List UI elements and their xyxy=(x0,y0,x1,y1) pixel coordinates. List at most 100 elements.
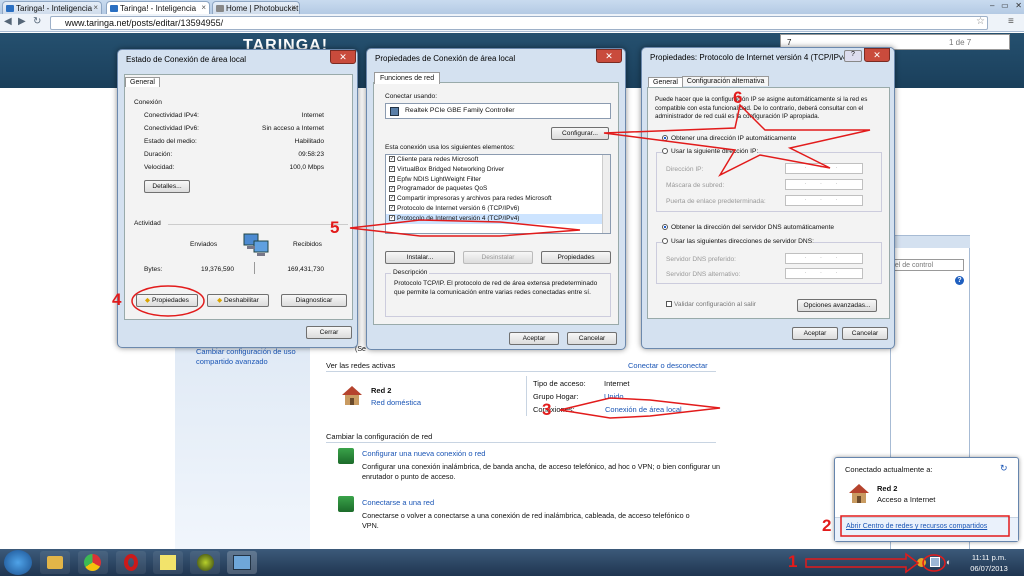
adapter-box: Realtek PCIe GBE Family Controller xyxy=(385,103,611,119)
refresh-icon[interactable]: ↻ xyxy=(1000,463,1008,474)
auto-ip-label: Obtener una dirección IP automáticamente xyxy=(671,135,797,142)
annotation-number-6: 6 xyxy=(733,88,743,107)
close-icon[interactable]: ✕ xyxy=(864,48,890,62)
checkbox-checked[interactable]: ✓ xyxy=(389,156,395,163)
start-button[interactable] xyxy=(4,550,32,575)
list-item[interactable]: ✓ VirtualBox Bridged Networking Driver xyxy=(386,165,610,175)
validate-option[interactable]: Validar configuración al salir xyxy=(666,301,756,308)
browser-tab-1[interactable]: Taringa! - Inteligencia × xyxy=(2,1,102,14)
help-icon[interactable]: ? xyxy=(955,276,964,285)
manual-ip-option[interactable]: Usar la siguiente dirección IP: xyxy=(662,148,759,155)
status-window: Estado de Conexión de área local ✕ Gener… xyxy=(117,49,358,348)
divider xyxy=(526,376,527,416)
list-item[interactable]: ✓ Cliente para redes Microsoft xyxy=(386,155,610,165)
menu-wrench-icon[interactable]: ≡ xyxy=(1008,16,1014,27)
tab-alternate-config[interactable]: Configuración alternativa xyxy=(681,76,770,86)
task-link-connect[interactable]: Conectarse a una red xyxy=(362,498,434,507)
radio-selected[interactable] xyxy=(662,135,668,142)
taskbar-chrome[interactable] xyxy=(78,551,108,574)
close-icon[interactable]: ✕ xyxy=(330,50,356,64)
checkbox-checked[interactable]: ✓ xyxy=(389,215,395,222)
forward-icon[interactable]: ▶ xyxy=(18,16,26,27)
taskbar-opera[interactable] xyxy=(116,551,146,574)
close-tab-icon[interactable]: × xyxy=(201,3,206,12)
list-item[interactable]: ✓ Programador de paquetes QoS xyxy=(386,184,610,194)
tab-general[interactable]: General xyxy=(648,77,683,87)
checkbox-checked[interactable]: ✓ xyxy=(389,205,395,212)
warning-icon[interactable] xyxy=(917,558,926,567)
item-label: VirtualBox Bridged Networking Driver xyxy=(397,165,505,173)
annotation-number-5: 5 xyxy=(330,218,340,237)
network-tray-icon[interactable] xyxy=(930,557,940,567)
change-config-heading: Cambiar la configuración de red xyxy=(326,432,433,441)
list-item[interactable]: ✓ Epfw NDIS LightWeight Filter xyxy=(386,175,610,185)
checkbox-checked[interactable]: ✓ xyxy=(389,195,395,202)
task-desc: Conectarse o volver a conectarse a una c… xyxy=(362,511,690,530)
list-scrollbar[interactable] xyxy=(602,155,610,233)
install-button[interactable]: Instalar... xyxy=(385,251,455,264)
open-network-center-link[interactable]: Abrir Centro de redes y recursos compart… xyxy=(846,523,987,530)
clock-date[interactable]: 06/07/2013 xyxy=(966,564,1012,573)
task-link-new-connection[interactable]: Configurar una nueva conexión o red xyxy=(362,449,485,458)
radio-unselected[interactable] xyxy=(662,148,668,155)
disable-label: Deshabilitar xyxy=(224,297,259,304)
auto-ip-option[interactable]: Obtener una dirección IP automáticamente xyxy=(662,135,796,142)
accept-button[interactable]: Aceptar xyxy=(792,327,838,340)
globe-icon xyxy=(197,554,214,571)
taskbar-explorer[interactable] xyxy=(40,551,70,574)
taskbar-app[interactable] xyxy=(190,551,220,574)
advanced-button[interactable]: Opciones avanzadas... xyxy=(797,299,877,312)
checkbox-checked[interactable]: ✓ xyxy=(389,166,395,173)
properties-button[interactable]: ◆ Propiedades xyxy=(136,294,198,307)
window-controls[interactable]: – ▭ ✕ xyxy=(948,1,1022,13)
checkbox-checked[interactable]: ✓ xyxy=(389,175,395,182)
local-connection-link[interactable]: Conexión de área local xyxy=(605,405,682,414)
network-type-link[interactable]: Red doméstica xyxy=(371,398,421,407)
help-icon[interactable]: ? xyxy=(844,50,862,62)
browser-tab-3[interactable]: Home | Photobucket × xyxy=(212,1,300,14)
volume-icon[interactable]: ◐ xyxy=(946,557,951,567)
tab-network-functions[interactable]: Funciones de red xyxy=(374,72,441,84)
disable-button[interactable]: ◆ Deshabilitar xyxy=(207,294,269,307)
accept-button[interactable]: Aceptar xyxy=(509,332,559,345)
details-button[interactable]: Detalles... xyxy=(144,180,190,193)
list-item[interactable]: ✓ Protocolo de Internet versión 6 (TCP/IP… xyxy=(386,204,610,214)
diagnose-button[interactable]: Diagnosticar xyxy=(281,294,347,307)
browser-tab-2[interactable]: Taringa! - Inteligencia × xyxy=(106,1,210,14)
list-item-selected[interactable]: ✓ Protocolo de Internet versión 4 (TCP/IP… xyxy=(386,213,610,224)
control-panel-icon xyxy=(233,555,251,570)
advanced-sharing-link[interactable]: Cambiar configuración de uso compartido … xyxy=(196,347,306,367)
configure-button[interactable]: Configurar... xyxy=(551,127,609,140)
radio-unselected[interactable] xyxy=(662,238,668,245)
cancel-button[interactable]: Cancelar xyxy=(567,332,617,345)
control-panel-search[interactable]: nel de control xyxy=(888,259,964,271)
close-icon[interactable]: ✕ xyxy=(596,49,622,63)
find-input[interactable]: 7 xyxy=(787,38,791,47)
taskbar-control-panel[interactable] xyxy=(227,551,257,574)
address-bar-row: ◀ ▶ ↻ www.taringa.net/posts/editar/13594… xyxy=(0,14,1024,32)
window-title: Propiedades: Protocolo de Internet versi… xyxy=(650,53,851,62)
component-properties-button[interactable]: Propiedades xyxy=(541,251,611,264)
taringa-favicon-icon xyxy=(110,5,118,12)
close-tab-icon[interactable]: × xyxy=(93,3,98,12)
manual-dns-option[interactable]: Usar las siguientes direcciones de servi… xyxy=(662,238,814,245)
back-icon[interactable]: ◀ xyxy=(4,16,12,27)
clock-time[interactable]: 11:11 p.m. xyxy=(966,553,1012,562)
auto-dns-option[interactable]: Obtener la dirección del servidor DNS au… xyxy=(662,224,834,231)
tab-general[interactable]: General xyxy=(125,77,160,87)
close-button[interactable]: Cerrar xyxy=(306,326,352,339)
cancel-button[interactable]: Cancelar xyxy=(842,327,888,340)
reload-icon[interactable]: ↻ xyxy=(33,16,41,27)
checkbox-unchecked[interactable] xyxy=(666,301,672,308)
row-label: Conectividad IPv4: xyxy=(144,112,199,119)
checkbox-checked[interactable]: ✓ xyxy=(389,185,395,192)
url-input[interactable]: www.taringa.net/posts/editar/13594955/ xyxy=(50,16,988,30)
radio-selected[interactable] xyxy=(662,224,668,231)
row-label: Velocidad: xyxy=(144,164,175,171)
bookmark-star-icon[interactable]: ☆ xyxy=(976,16,985,27)
homegroup-link[interactable]: Unido xyxy=(604,392,624,401)
connect-disconnect-link[interactable]: Conectar o desconectar xyxy=(628,361,708,370)
taskbar-notes[interactable] xyxy=(153,551,183,574)
list-item[interactable]: ✓ Compartir impresoras y archivos para re… xyxy=(386,194,610,204)
close-tab-icon[interactable]: × xyxy=(291,3,296,12)
